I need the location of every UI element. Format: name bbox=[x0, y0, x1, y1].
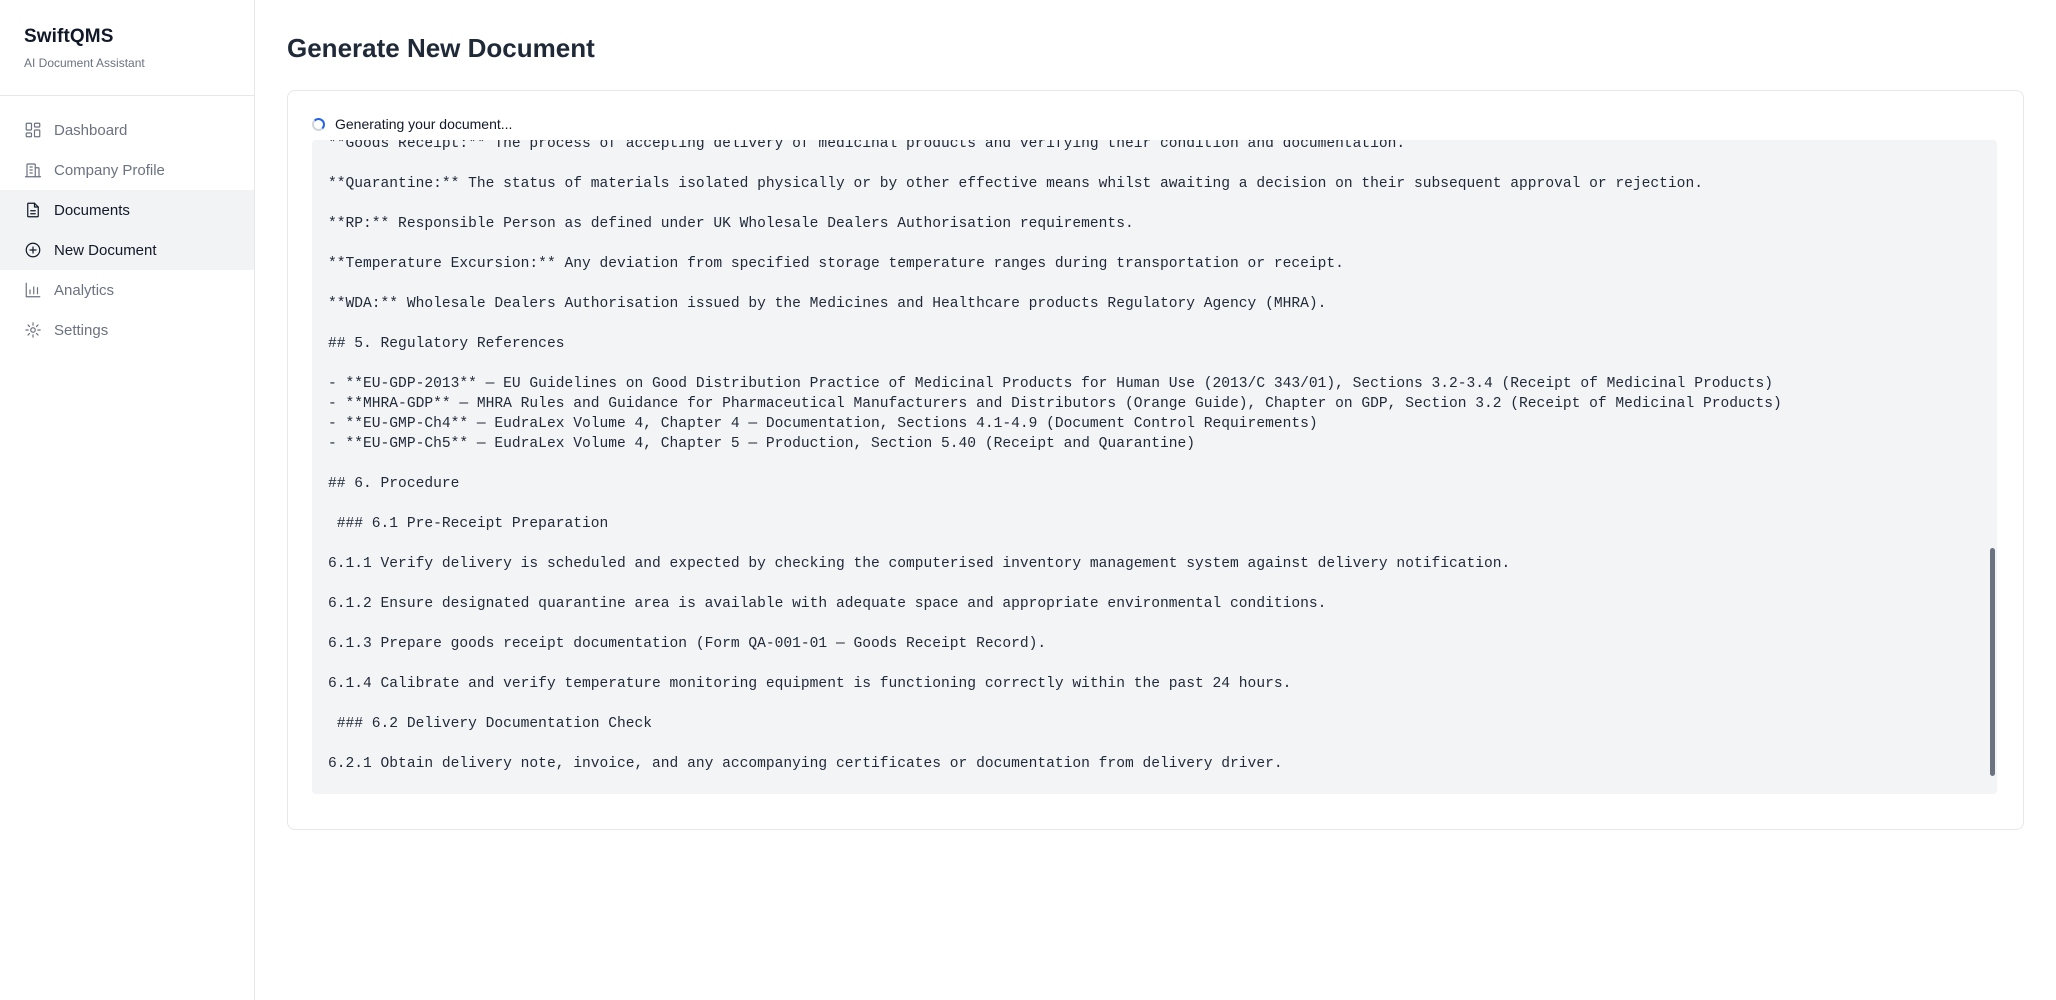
document-line: **Temperature Excursion:** Any deviation… bbox=[328, 256, 1344, 272]
main-content: Generate New Document Generating your do… bbox=[255, 0, 2056, 1000]
app-root: SwiftQMS AI Document Assistant Dashboard… bbox=[0, 0, 2056, 1000]
sidebar-item-company-profile[interactable]: Company Profile bbox=[0, 150, 254, 190]
document-line: ## 6. Procedure bbox=[328, 476, 460, 492]
sidebar: SwiftQMS AI Document Assistant Dashboard… bbox=[0, 0, 255, 1000]
bar-chart-icon bbox=[24, 281, 42, 299]
sidebar-item-settings[interactable]: Settings bbox=[0, 310, 254, 350]
document-line: 6.1.1 Verify delivery is scheduled and e… bbox=[328, 556, 1511, 572]
document-line: **Goods Receipt:** The process of accept… bbox=[328, 140, 1406, 152]
generation-status: Generating your document... bbox=[312, 113, 1999, 135]
app-subtitle: AI Document Assistant bbox=[24, 56, 145, 70]
document-line: **WDA:** Wholesale Dealers Authorisation… bbox=[328, 296, 1327, 312]
document-line: ### 6.2 Delivery Documentation Check bbox=[328, 716, 653, 732]
document-line: **RP:** Responsible Person as defined un… bbox=[328, 216, 1134, 232]
document-line: - **EU-GMP-Ch4** — EudraLex Volume 4, Ch… bbox=[328, 416, 1318, 432]
document-line: ## 5. Regulatory References bbox=[328, 336, 565, 352]
generation-card: Generating your document... **Goods Rece… bbox=[287, 90, 2024, 830]
document-line: - **EU-GDP-2013** — EU Guidelines on Goo… bbox=[328, 376, 1774, 392]
document-icon bbox=[24, 201, 42, 219]
document-line: - **EU-GMP-Ch5** — EudraLex Volume 4, Ch… bbox=[328, 436, 1196, 452]
app-title: SwiftQMS bbox=[24, 26, 114, 47]
document-line: **Quarantine:** The status of materials … bbox=[328, 176, 1703, 192]
sidebar-item-label: New Document bbox=[54, 241, 157, 259]
sidebar-item-dashboard[interactable]: Dashboard bbox=[0, 110, 254, 150]
document-output-text: **Goods Receipt:** The process of accept… bbox=[312, 140, 1997, 774]
spinner-icon bbox=[312, 117, 325, 131]
output-scrollbar[interactable] bbox=[1990, 548, 1995, 776]
document-line: 6.1.4 Calibrate and verify temperature m… bbox=[328, 676, 1292, 692]
document-line: 6.1.3 Prepare goods receipt documentatio… bbox=[328, 636, 1047, 652]
sidebar-item-new-document[interactable]: New Document bbox=[0, 230, 254, 270]
sidebar-item-label: Company Profile bbox=[54, 161, 165, 179]
gear-icon bbox=[24, 321, 42, 339]
document-line: 6.2.1 Obtain delivery note, invoice, and… bbox=[328, 756, 1283, 772]
brand: SwiftQMS AI Document Assistant bbox=[0, 0, 254, 96]
sidebar-item-analytics[interactable]: Analytics bbox=[0, 270, 254, 310]
document-output[interactable]: **Goods Receipt:** The process of accept… bbox=[312, 140, 1997, 794]
document-line: 6.1.2 Ensure designated quarantine area … bbox=[328, 596, 1327, 612]
plus-circle-icon bbox=[24, 241, 42, 259]
building-icon bbox=[24, 161, 42, 179]
sidebar-item-documents[interactable]: Documents bbox=[0, 190, 254, 230]
page-title: Generate New Document bbox=[287, 33, 595, 63]
sidebar-nav: Dashboard Company Profile Documents New … bbox=[0, 96, 254, 350]
dashboard-icon bbox=[24, 121, 42, 139]
document-line: - **MHRA-GDP** — MHRA Rules and Guidance… bbox=[328, 396, 1782, 412]
sidebar-item-label: Settings bbox=[54, 321, 109, 339]
sidebar-item-label: Analytics bbox=[54, 281, 115, 299]
document-line: ### 6.1 Pre-Receipt Preparation bbox=[328, 516, 609, 532]
status-text: Generating your document... bbox=[335, 116, 513, 132]
sidebar-item-label: Documents bbox=[54, 201, 130, 219]
sidebar-item-label: Dashboard bbox=[54, 121, 128, 139]
